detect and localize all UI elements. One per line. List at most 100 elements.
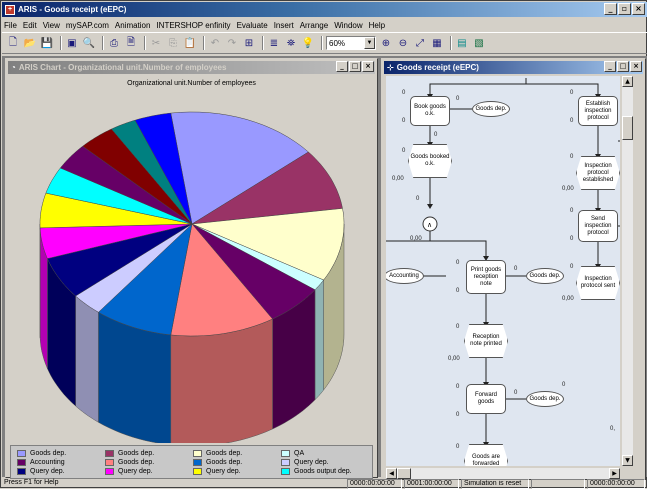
legend-item: Goods dep. bbox=[17, 450, 66, 457]
value-label: 0,00 bbox=[392, 176, 404, 182]
chart-maximize-button[interactable]: □ bbox=[349, 61, 361, 72]
navigator-icon[interactable]: ⛯ bbox=[284, 36, 298, 50]
copy-icon[interactable]: ⎘ bbox=[166, 36, 180, 50]
chart-area: Organizational unit.Number of employees bbox=[10, 76, 373, 443]
epc-canvas[interactable]: ∧ Book goods o.k. Goods dep. Goods booke… bbox=[386, 76, 620, 466]
model-icon[interactable]: ⊞ bbox=[242, 36, 256, 50]
epc-minimize-button[interactable]: _ bbox=[604, 61, 616, 72]
layout-icon[interactable]: ≣ bbox=[267, 36, 281, 50]
org-accounting[interactable]: Accounting bbox=[386, 268, 424, 284]
pie-slice-side bbox=[315, 280, 324, 400]
count-label: 0 bbox=[402, 148, 405, 154]
count-label: 0 bbox=[402, 90, 405, 96]
legend-swatch bbox=[17, 468, 26, 475]
menu-view[interactable]: View bbox=[43, 21, 60, 30]
zoom-fit-icon[interactable]: ⤢ bbox=[413, 36, 427, 50]
chart-title: Organizational unit.Number of employees bbox=[10, 80, 373, 87]
pie-slice-side bbox=[171, 319, 273, 443]
epc-window-titlebar[interactable]: ⊹ Goods receipt (eEPC) _ □ × bbox=[384, 61, 643, 74]
zoom-out-icon[interactable]: ⊖ bbox=[396, 36, 410, 50]
epc-vertical-scrollbar[interactable]: ▲ ▼ bbox=[622, 76, 633, 466]
chart-window-titlebar[interactable]: ◔ ARIS Chart - Organizational unit.Numbe… bbox=[8, 61, 375, 74]
undo-icon[interactable]: ↶ bbox=[208, 36, 222, 50]
restore-button[interactable]: ▫ bbox=[618, 3, 631, 15]
chart-minimize-button[interactable]: _ bbox=[336, 61, 348, 72]
function-book-goods[interactable]: Book goods o.k. bbox=[410, 96, 450, 126]
zoom-select[interactable]: 60% ▼ bbox=[326, 36, 376, 50]
simulation-icon[interactable]: ▤ bbox=[455, 36, 469, 50]
menu-window[interactable]: Window bbox=[334, 21, 362, 30]
legend-item: Goods output dep. bbox=[281, 468, 352, 475]
zoom-in-icon[interactable]: ⊕ bbox=[379, 36, 393, 50]
new-icon[interactable]: 🗋 bbox=[6, 36, 20, 50]
value-label: 0,00 bbox=[410, 236, 422, 242]
tip-icon[interactable]: 💡 bbox=[301, 36, 315, 50]
scroll-down-arrow[interactable]: ▼ bbox=[622, 455, 633, 466]
menu-help[interactable]: Help bbox=[369, 21, 385, 30]
minimize-button[interactable]: _ bbox=[604, 3, 617, 15]
count-label: 0 bbox=[456, 444, 459, 450]
count-label: 0 bbox=[570, 236, 573, 242]
animation-icon[interactable]: ▧ bbox=[472, 36, 486, 50]
properties-icon[interactable]: ▣ bbox=[65, 36, 79, 50]
menu-arrange[interactable]: Arrange bbox=[300, 21, 328, 30]
count-label: 0 bbox=[514, 390, 517, 396]
menu-edit[interactable]: Edit bbox=[23, 21, 37, 30]
mdi-workspace: ◔ ARIS Chart - Organizational unit.Numbe… bbox=[2, 56, 647, 477]
menu-insert[interactable]: Insert bbox=[274, 21, 294, 30]
print-icon[interactable]: ⎙ bbox=[107, 36, 121, 50]
paste-icon[interactable]: 📋 bbox=[183, 36, 197, 50]
toolbar-separator bbox=[203, 36, 205, 50]
open-icon[interactable]: 📂 bbox=[23, 36, 37, 50]
menu-animation[interactable]: Animation bbox=[115, 21, 151, 30]
legend-label: Goods dep. bbox=[30, 450, 66, 457]
org-goods-dep-2[interactable]: Goods dep. bbox=[526, 268, 564, 284]
connector bbox=[430, 221, 486, 258]
function-forward-goods[interactable]: Forward goods bbox=[466, 384, 506, 414]
chevron-down-icon[interactable]: ▼ bbox=[364, 37, 375, 49]
event-reception-printed[interactable]: Reception note printed bbox=[464, 324, 508, 358]
redo-icon[interactable]: ↷ bbox=[225, 36, 239, 50]
legend-label: Goods dep. bbox=[206, 450, 242, 457]
print-preview-icon[interactable]: 🗎 bbox=[124, 36, 138, 50]
epc-window-icon: ⊹ bbox=[387, 63, 394, 72]
count-label: 0 bbox=[456, 412, 459, 418]
function-send-protocol[interactable]: Send inspection protocol bbox=[578, 210, 618, 242]
epc-window-title: Goods receipt (eEPC) bbox=[397, 63, 479, 72]
xor-symbol: ∧ bbox=[427, 221, 432, 229]
count-label: 0 bbox=[570, 154, 573, 160]
org-goods-dep-3[interactable]: Goods dep. bbox=[526, 391, 564, 407]
legend-item: Query dep. bbox=[193, 468, 241, 475]
close-button[interactable]: × bbox=[632, 3, 645, 15]
event-goods-forwarded[interactable]: Goods are forwarded bbox=[464, 444, 508, 466]
menu-evaluate[interactable]: Evaluate bbox=[237, 21, 268, 30]
legend-item: QA bbox=[281, 450, 304, 457]
menu-intershop[interactable]: INTERSHOP enfinity bbox=[156, 21, 230, 30]
function-establish-protocol[interactable]: Establish inspection protocol bbox=[578, 96, 618, 126]
chart-close-button[interactable]: × bbox=[362, 61, 374, 72]
legend-swatch bbox=[105, 450, 114, 457]
menu-file[interactable]: File bbox=[4, 21, 17, 30]
function-print-reception[interactable]: Print goods reception note bbox=[466, 260, 506, 294]
menu-mysap[interactable]: mySAP.com bbox=[66, 21, 109, 30]
save-icon[interactable]: 💾 bbox=[40, 36, 54, 50]
cut-icon[interactable]: ✂ bbox=[149, 36, 163, 50]
legend-swatch bbox=[17, 450, 26, 457]
epc-maximize-button[interactable]: □ bbox=[617, 61, 629, 72]
legend-label: Goods output dep. bbox=[294, 468, 352, 475]
legend-item: Goods dep. bbox=[193, 459, 242, 466]
connector bbox=[430, 78, 526, 96]
epc-close-button[interactable]: × bbox=[630, 61, 642, 72]
event-inspection-established[interactable]: Inspection protocol established bbox=[576, 156, 620, 190]
vertical-scroll-thumb[interactable] bbox=[622, 116, 633, 140]
scroll-up-arrow[interactable]: ▲ bbox=[622, 76, 633, 87]
event-inspection-sent[interactable]: Inspection protocol sent bbox=[576, 266, 620, 300]
event-goods-booked[interactable]: Goods booked o.k. bbox=[408, 144, 452, 178]
legend-label: Query dep. bbox=[294, 459, 329, 466]
org-goods-dep-1[interactable]: Goods dep. bbox=[472, 101, 510, 117]
count-label: 0 bbox=[416, 196, 419, 202]
find-icon[interactable]: 🔍 bbox=[82, 36, 96, 50]
grid-icon[interactable]: ▦ bbox=[430, 36, 444, 50]
value-label: 0,00 bbox=[562, 186, 574, 192]
toolbar-separator bbox=[144, 36, 146, 50]
